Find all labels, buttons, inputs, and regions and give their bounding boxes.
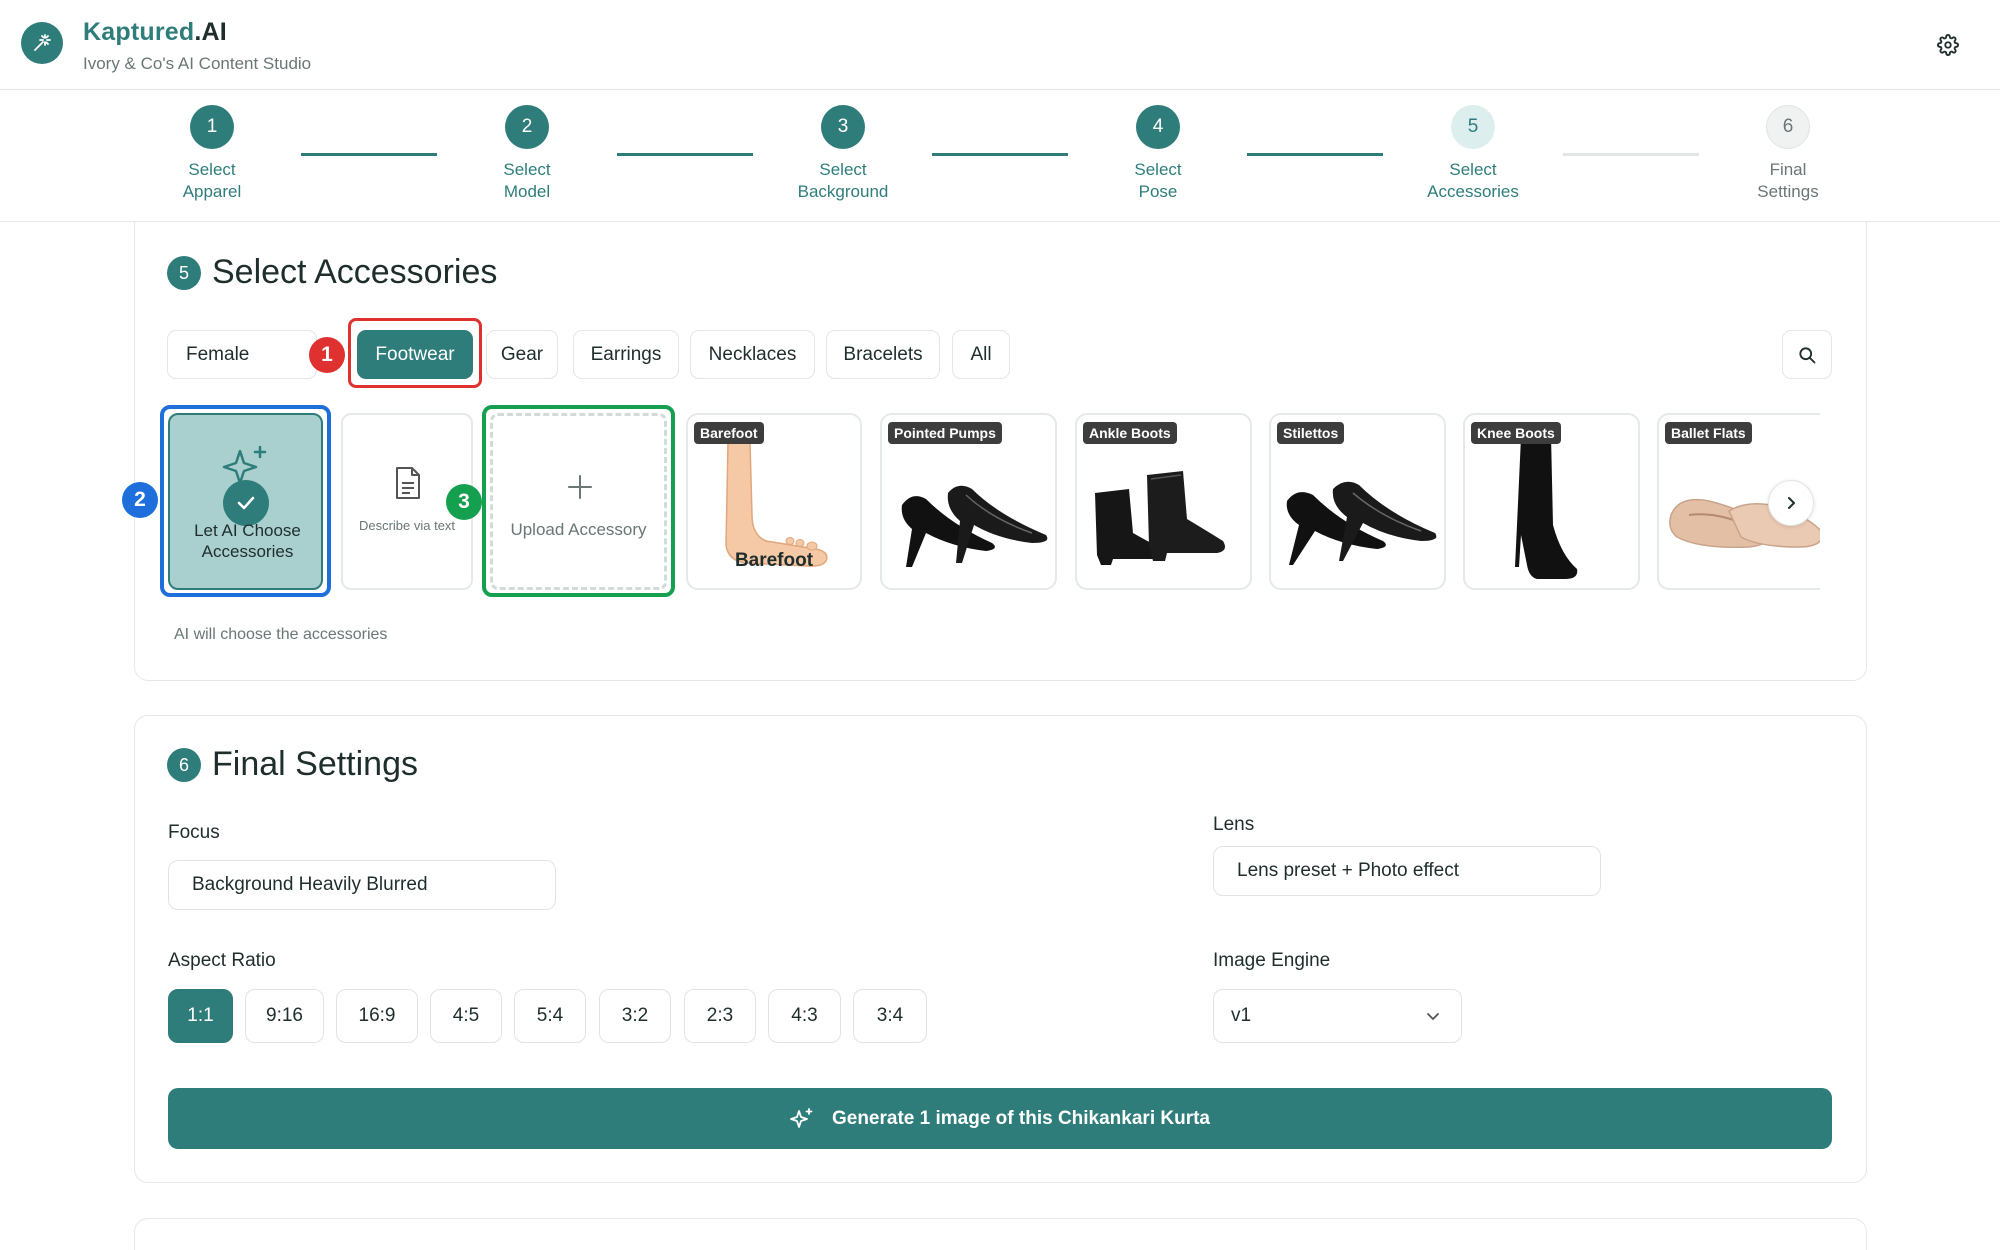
lens-label: Lens [1213,814,1255,835]
step-label-line2: Background [797,182,889,201]
progress-stepper: 1 Select Apparel 2 Select Model 3 Select Ba… [0,91,2000,222]
gender-filter[interactable]: Female [167,330,317,379]
section-title: Final Settings [212,745,418,783]
step-number: 1 [190,105,234,149]
describe-via-text-label: Describe via text [358,518,456,533]
accessory-tile-barefoot[interactable]: Barefoot Barefoot [686,413,862,590]
carousel-fade [1820,410,1840,592]
accessory-caption: Barefoot [734,550,814,571]
brand-name-text: Kaptured [83,18,195,46]
document-icon [396,467,420,499]
image-engine-label: Image Engine [1213,950,1331,971]
lens-field[interactable]: Lens preset + Photo effect [1213,846,1601,896]
category-chip-bracelets[interactable]: Bracelets [826,330,940,379]
accessory-tag: Ankle Boots [1083,422,1177,444]
step-label-line1: Select [503,160,551,179]
accessory-tag: Pointed Pumps [888,422,1002,444]
annotation-badge-3: 3 [446,484,482,520]
step-select-accessories[interactable]: 5 Select Accessories [1403,105,1543,203]
step-connector [301,153,437,156]
sparkles-icon [790,1107,814,1131]
step-label-line2: Model [503,182,551,201]
category-chip-earrings[interactable]: Earrings [573,330,679,379]
aspect-ratio-16-9[interactable]: 16:9 [336,989,418,1043]
section-number: 6 [167,748,201,782]
brand-suffix: .AI [194,18,227,46]
step-label-line1: Select [1449,160,1497,179]
annotation-highlight-red [348,318,482,388]
accessory-tile-stilettos[interactable]: Stilettos [1269,413,1446,590]
accessory-tag: Barefoot [694,422,764,444]
step-connector [1247,153,1383,156]
chevron-down-icon [1425,1008,1441,1030]
next-section-peek [134,1218,1867,1250]
accessory-tile-knee-boots[interactable]: Knee Boots [1463,413,1640,590]
step-label-line1: Final [1769,160,1807,179]
step-number: 6 [1766,105,1810,149]
brand-name[interactable]: Kaptured.AI [83,18,227,47]
step-label-line1: Select [188,160,236,179]
category-chip-all[interactable]: All [952,330,1010,379]
step-label-line2: Settings [1757,182,1819,201]
accessory-tag: Knee Boots [1471,422,1561,444]
aspect-ratio-9-16[interactable]: 9:16 [245,989,324,1043]
plus-icon [568,475,592,499]
let-ai-choose-label: Let AI Choose Accessories [194,521,301,561]
gear-icon[interactable] [1935,32,1961,58]
let-ai-choose-tile[interactable]: Let AI Choose Accessories [168,413,323,590]
accessory-tile-pointed-pumps[interactable]: Pointed Pumps [880,413,1057,590]
step-label-line1: Select [1134,160,1182,179]
upload-accessory-tile[interactable]: Upload Accessory [490,413,667,590]
focus-field[interactable]: Background Heavily Blurred [168,860,556,910]
focus-label: Focus [168,822,220,843]
aspect-ratio-5-4[interactable]: 5:4 [514,989,586,1043]
step-number: 3 [821,105,865,149]
accessory-hint-text: AI will choose the accessories [174,626,388,643]
image-engine-value: v1 [1231,1005,1252,1026]
aspect-ratio-4-5[interactable]: 4:5 [430,989,502,1043]
image-engine-select[interactable]: v1 [1213,989,1462,1043]
step-connector [1563,153,1699,156]
step-select-pose[interactable]: 4 Select Pose [1088,105,1228,203]
step-number: 5 [1451,105,1495,149]
step-label-line2: Pose [1138,182,1178,201]
step-connector [617,153,753,156]
app-header: Kaptured.AI Ivory & Co's AI Content Stud… [0,0,2000,90]
step-number: 2 [505,105,549,149]
aspect-ratio-3-2[interactable]: 3:2 [599,989,671,1043]
search-icon[interactable] [1782,330,1832,379]
annotation-badge-2: 2 [122,482,158,518]
aspect-ratio-2-3[interactable]: 2:3 [684,989,756,1043]
aspect-ratio-4-3[interactable]: 4:3 [768,989,841,1043]
step-select-model[interactable]: 2 Select Model [457,105,597,203]
category-chip-necklaces[interactable]: Necklaces [690,330,815,379]
step-select-background[interactable]: 3 Select Background [773,105,913,203]
category-chip-gear[interactable]: Gear [486,330,558,379]
step-number: 4 [1136,105,1180,149]
annotation-badge-1: 1 [309,337,345,373]
magic-wand-icon[interactable] [21,22,63,64]
section-title: Select Accessories [212,253,498,291]
brand-subtitle: Ivory & Co's AI Content Studio [83,54,312,73]
aspect-ratio-1-1[interactable]: 1:1 [168,989,233,1043]
aspect-ratio-3-4[interactable]: 3:4 [853,989,927,1043]
step-label-line1: Select [819,160,867,179]
accessory-tile-ankle-boots[interactable]: Ankle Boots [1075,413,1252,590]
step-label-line2: Apparel [182,182,242,201]
step-connector [932,153,1068,156]
section-number: 5 [167,256,201,290]
chevron-right-icon[interactable] [1768,480,1814,526]
accessory-tag: Ballet Flats [1665,422,1752,444]
step-final-settings[interactable]: 6 Final Settings [1718,105,1858,203]
step-select-apparel[interactable]: 1 Select Apparel [142,105,282,203]
accessory-tag: Stilettos [1277,422,1345,444]
generate-button-label: Generate 1 image of this Chikankari Kurt… [831,1107,1210,1129]
upload-accessory-label: Upload Accessory [510,520,647,539]
step-label-line2: Accessories [1427,182,1519,201]
aspect-ratio-label: Aspect Ratio [168,950,276,971]
generate-button[interactable]: Generate 1 image of this Chikankari Kurt… [168,1088,1832,1149]
